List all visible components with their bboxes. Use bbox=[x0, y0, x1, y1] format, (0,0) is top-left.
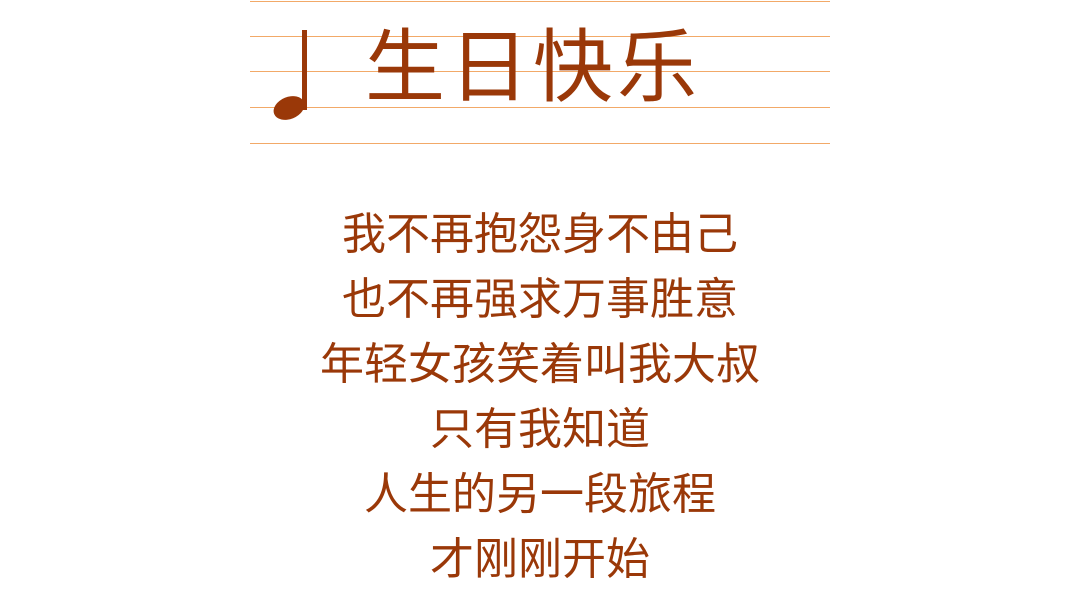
poem-line: 人生的另一段旅程 bbox=[364, 469, 716, 520]
poem-line: 才刚刚开始 bbox=[430, 534, 650, 585]
poem-line: 年轻女孩笑着叫我大叔 bbox=[320, 339, 760, 390]
greeting-card: 生日快乐 我不再抱怨身不由己 也不再强求万事胜意 年轻女孩笑着叫我大叔 只有我知… bbox=[0, 0, 1080, 594]
poem-line: 也不再强求万事胜意 bbox=[342, 274, 738, 325]
poem-line: 我不再抱怨身不由己 bbox=[342, 209, 738, 260]
music-note-icon bbox=[273, 30, 307, 120]
poem: 我不再抱怨身不由己 也不再强求万事胜意 年轻女孩笑着叫我大叔 只有我知道 人生的… bbox=[0, 202, 1080, 592]
poem-line: 只有我知道 bbox=[430, 404, 650, 455]
music-staff: 生日快乐 bbox=[250, 0, 830, 150]
page-title: 生日快乐 bbox=[365, 21, 701, 114]
staff-line bbox=[250, 143, 830, 144]
staff-line bbox=[250, 1, 830, 2]
